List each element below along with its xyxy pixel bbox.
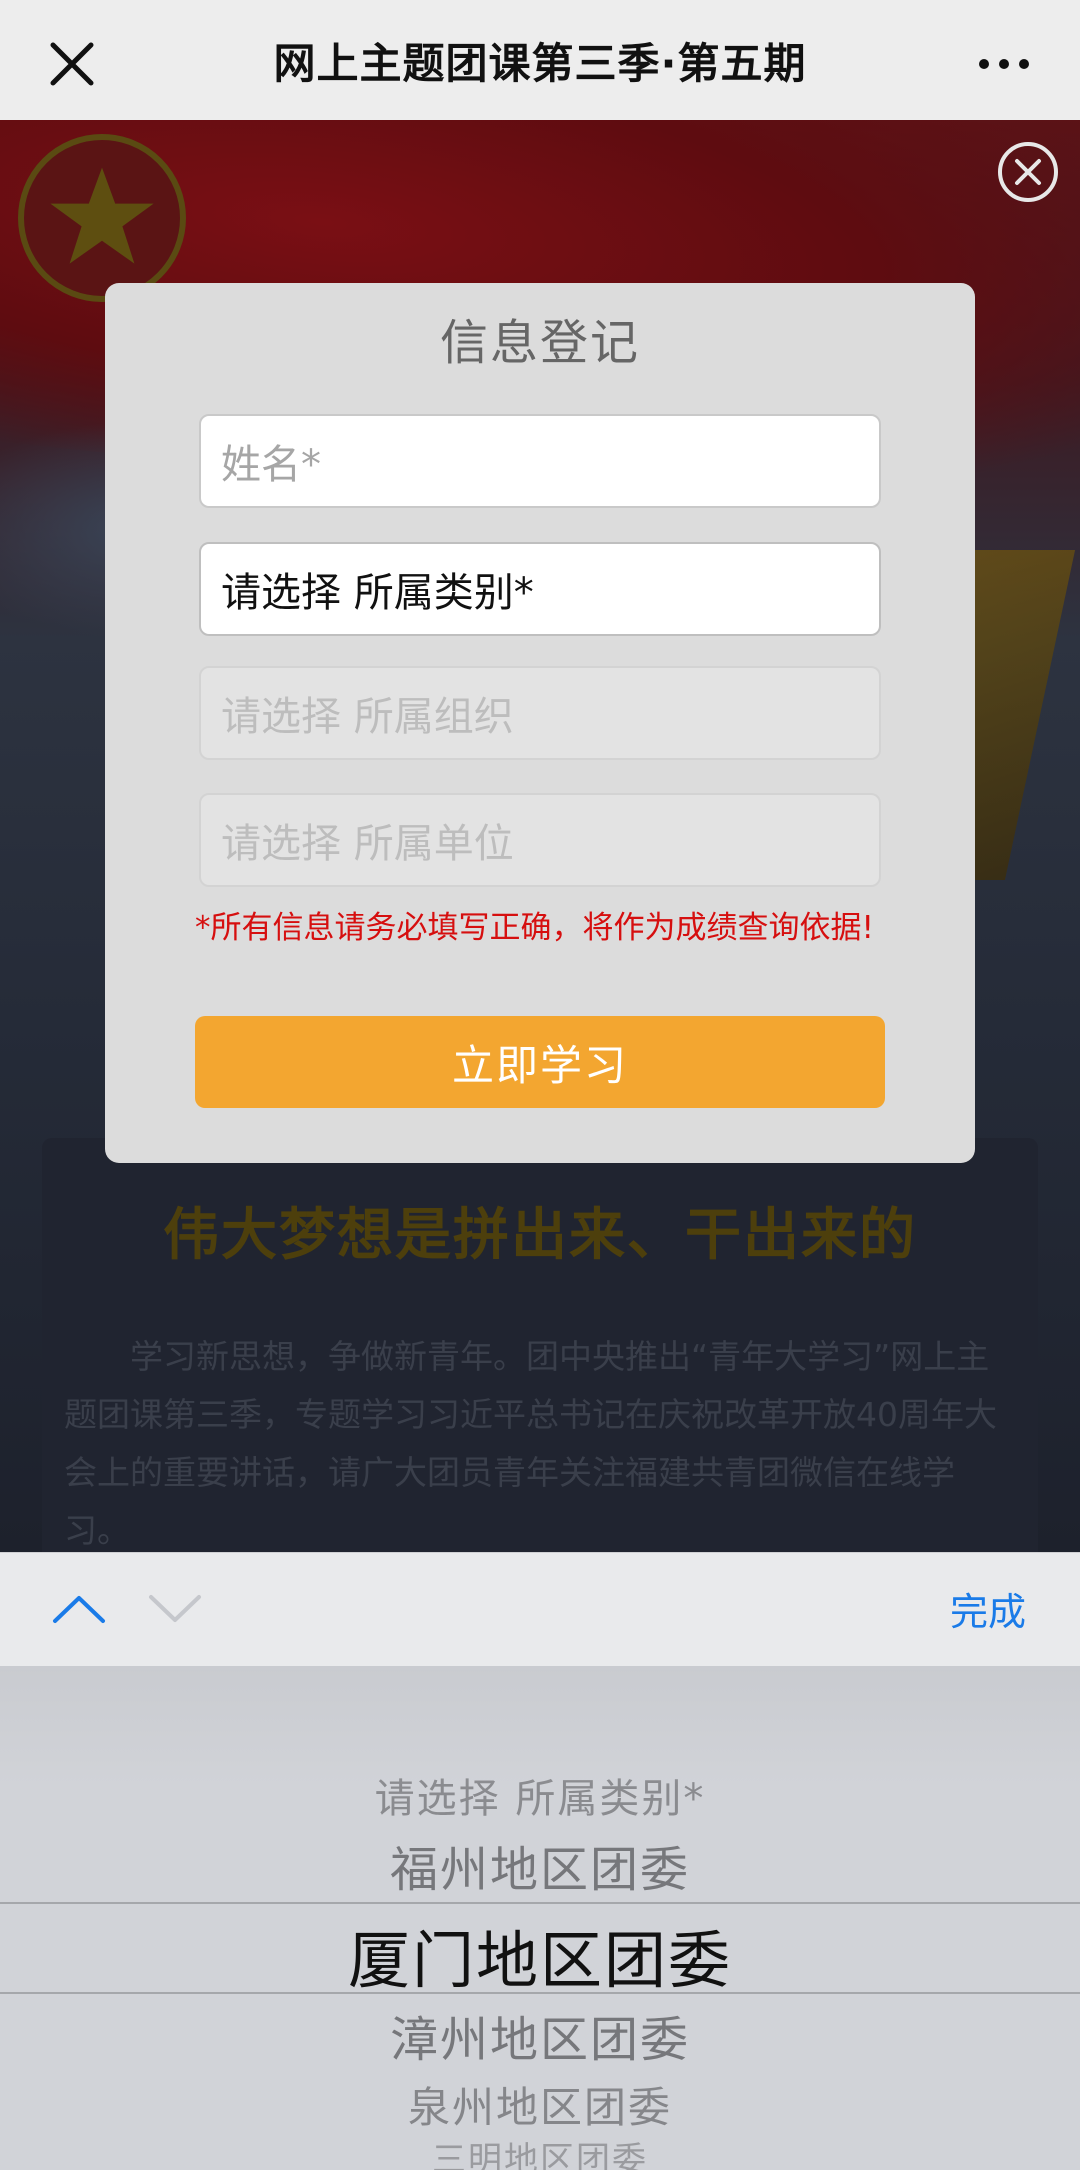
intro-card: 伟大梦想是拼出来、干出来的 学习新思想，争做新青年。团中央推出“青年大学习”网上…	[42, 1138, 1038, 1552]
picker-option[interactable]: 泉州地区团委	[0, 2074, 1080, 2135]
selection-band	[0, 1902, 1080, 1994]
category-picker-wheel[interactable]: 请选择 所属类别* 福州地区团委 厦门地区团委 漳州地区团委 泉州地区团委 三明…	[0, 1666, 1080, 2170]
more-icon[interactable]	[968, 34, 1040, 94]
notice-text: *所有信息请务必填写正确，将作为成绩查询依据!	[195, 910, 874, 946]
picker-toolbar: 完成	[0, 1552, 1080, 1666]
picker-option[interactable]: 三明地区团委	[0, 2132, 1080, 2170]
page-title: 网上主题团课第三季·第五期	[273, 38, 807, 88]
study-now-button[interactable]: 立即学习	[195, 1016, 885, 1108]
chevron-up-icon[interactable]	[46, 1579, 112, 1639]
name-input[interactable]: 姓名*	[199, 414, 881, 508]
organization-select[interactable]: 请选择 所属组织	[199, 666, 881, 760]
picker-option[interactable]: 福州地区团委	[0, 1830, 1080, 1900]
top-navbar: 网上主题团课第三季·第五期	[0, 0, 1080, 120]
circle-close-icon[interactable]	[998, 142, 1058, 202]
intro-card-title: 伟大梦想是拼出来、干出来的	[163, 1203, 917, 1268]
league-emblem-icon	[18, 134, 186, 302]
chevron-down-icon[interactable]	[142, 1579, 208, 1639]
close-icon[interactable]	[38, 30, 106, 98]
wheel-fade	[0, 1666, 1080, 1786]
done-button[interactable]: 完成	[950, 1581, 1026, 1636]
registration-modal: 信息登记 姓名* 请选择 所属类别* 请选择 所属组织 请选择 所属单位 *所有…	[105, 283, 975, 1163]
category-select[interactable]: 请选择 所属类别*	[199, 542, 881, 636]
unit-select[interactable]: 请选择 所属单位	[199, 793, 881, 887]
picker-option[interactable]: 漳州地区团委	[0, 2000, 1080, 2070]
modal-title: 信息登记	[439, 315, 640, 371]
intro-card-text: 学习新思想，争做新青年。团中央推出“青年大学习”网上主题团课第三季，专题学习习近…	[64, 1337, 997, 1550]
